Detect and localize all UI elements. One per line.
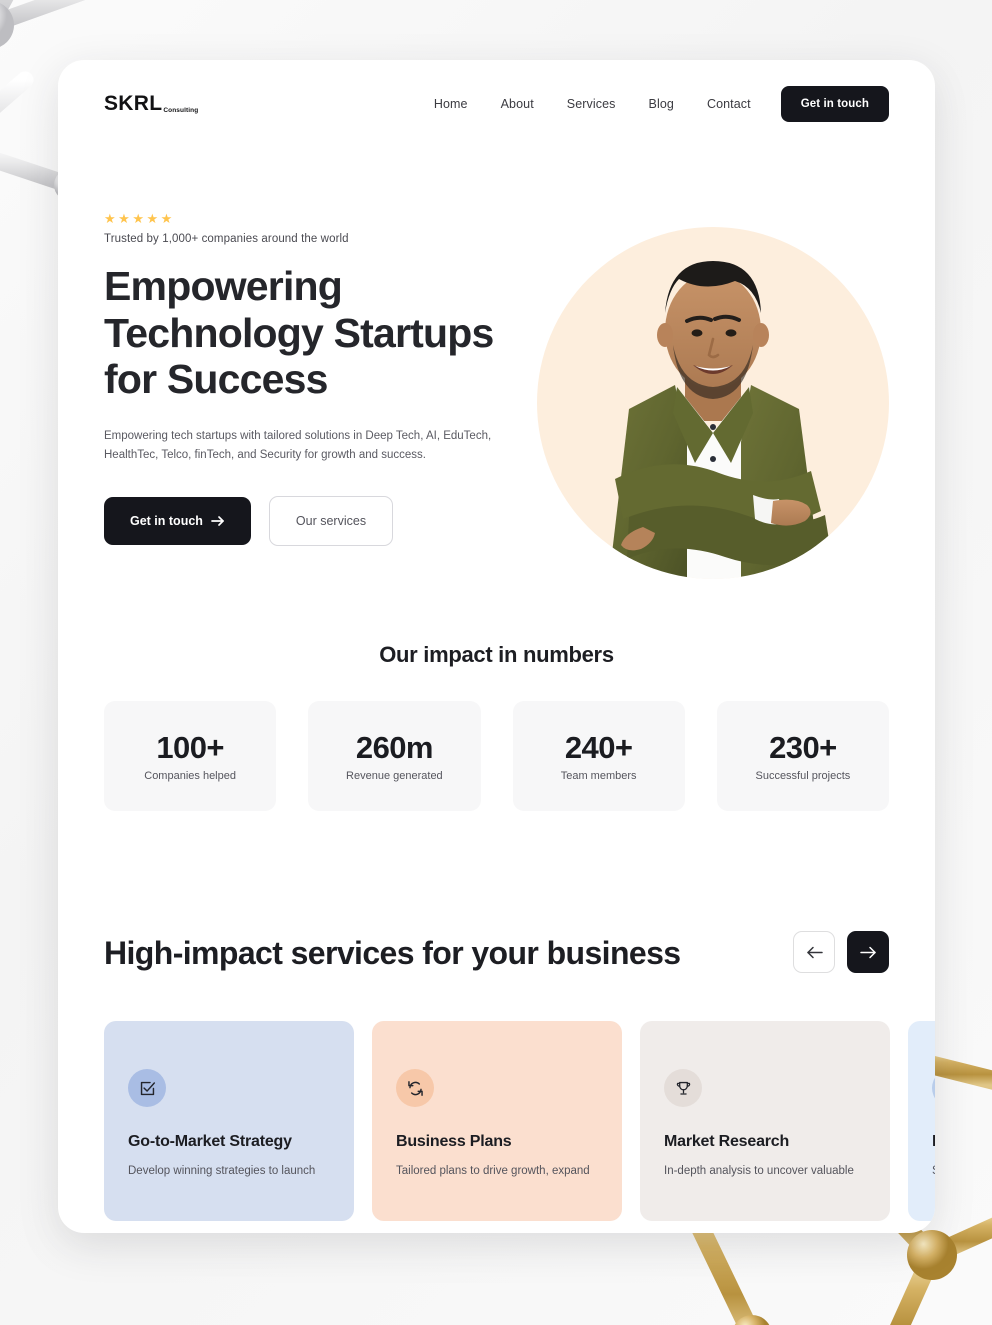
service-title: Business Plans <box>396 1133 512 1151</box>
hero-primary-cta-label: Get in touch <box>130 514 203 529</box>
header-get-in-touch-button[interactable]: Get in touch <box>780 86 889 122</box>
hero-get-in-touch-button[interactable]: Get in touch <box>104 497 251 546</box>
services-carousel-nav <box>793 931 889 974</box>
stat-value: 240+ <box>564 730 633 766</box>
service-description: Develop winning strategies to launch <box>128 1165 316 1178</box>
hero-portrait <box>537 227 889 579</box>
stats-title: Our impact in numbers <box>379 642 614 668</box>
nav-item-services[interactable]: Services <box>567 97 616 111</box>
stat-value: 260m <box>355 730 433 766</box>
page-card: SKRL Consulting Home About Services Blog… <box>58 60 935 1233</box>
trophy-icon <box>676 1081 690 1095</box>
service-card-partial[interactable]: P S <box>908 1021 935 1222</box>
services-carousel-track: Go-to-Market Strategy Develop winning st… <box>104 1021 935 1222</box>
services-section: High-impact services for your business G… <box>58 811 935 1222</box>
arrow-left-icon <box>806 946 823 959</box>
trust-text: Trusted by 1,000+ companies around the w… <box>104 233 349 245</box>
hero-our-services-button[interactable]: Our services <box>268 496 394 547</box>
stat-card: 260m Revenue generated <box>308 701 481 812</box>
arrow-right-icon <box>859 946 876 959</box>
service-description: Tailored plans to drive growth, expand <box>396 1165 590 1178</box>
service-description: In-depth analysis to uncover valuable <box>664 1165 854 1178</box>
nav-item-contact[interactable]: Contact <box>707 97 751 111</box>
service-card-business-plans[interactable]: Business Plans Tailored plans to drive g… <box>372 1021 622 1222</box>
nav-item-home[interactable]: Home <box>434 97 468 111</box>
carousel-prev-button[interactable] <box>793 931 835 974</box>
logo[interactable]: SKRL Consulting <box>104 92 198 116</box>
hero-title: Empowering Technology Startups for Succe… <box>104 263 494 403</box>
rating-stars: ★ ★ ★ ★ ★ <box>104 212 534 225</box>
star-icon: ★ <box>118 211 130 226</box>
stat-value: 230+ <box>769 730 837 766</box>
service-card-market-research[interactable]: Market Research In-depth analysis to unc… <box>640 1021 890 1222</box>
service-icon-wrapper <box>396 1069 434 1108</box>
service-icon-wrapper <box>664 1069 702 1108</box>
stat-card: 240+ Team members <box>512 701 685 812</box>
star-icon: ★ <box>104 211 116 226</box>
service-title: Market Research <box>664 1133 790 1151</box>
arrow-right-icon <box>211 516 224 527</box>
logo-subtitle: Consulting <box>163 107 199 114</box>
stat-label: Team members <box>560 770 637 783</box>
hero-subtitle: Empowering tech startups with tailored s… <box>104 430 492 461</box>
service-title: P <box>932 1133 935 1151</box>
star-icon: ★ <box>146 211 159 226</box>
refresh-icon <box>407 1081 423 1096</box>
stats-grid: 100+ Companies helped 260m Revenue gener… <box>104 701 889 812</box>
carousel-next-button[interactable] <box>847 931 889 974</box>
service-card-go-to-market-strategy[interactable]: Go-to-Market Strategy Develop winning st… <box>104 1021 354 1222</box>
service-icon-wrapper <box>128 1069 166 1108</box>
stat-label: Companies helped <box>144 770 236 783</box>
services-title: High-impact services for your business <box>104 935 681 972</box>
star-icon: ★ <box>132 211 144 226</box>
service-icon-wrapper <box>932 1069 935 1108</box>
stat-label: Revenue generated <box>346 770 443 783</box>
service-title: Go-to-Market Strategy <box>128 1133 292 1151</box>
stat-label: Successful projects <box>755 770 851 783</box>
nav-item-about[interactable]: About <box>501 97 534 111</box>
check-square-icon <box>140 1081 155 1096</box>
stat-card: 100+ Companies helped <box>104 701 277 812</box>
services-header: High-impact services for your business <box>104 931 889 974</box>
businessman-portrait-illustration <box>609 261 831 579</box>
nav-item-blog[interactable]: Blog <box>649 97 674 111</box>
logo-mark: SKRL <box>104 92 163 115</box>
stat-card: 230+ Successful projects <box>716 701 889 812</box>
stats-section: Our impact in numbers 100+ Companies hel… <box>58 546 935 812</box>
service-description: S <box>932 1162 935 1180</box>
stat-value: 100+ <box>156 730 224 766</box>
star-icon: ★ <box>160 211 173 226</box>
hero-content: ★ ★ ★ ★ ★ Trusted by 1,000+ companies ar… <box>104 184 534 547</box>
hero-section: ★ ★ ★ ★ ★ Trusted by 1,000+ companies ar… <box>58 122 935 579</box>
main-navigation: Home About Services Blog Contact <box>434 97 751 111</box>
site-header: SKRL Consulting Home About Services Blog… <box>58 60 935 122</box>
hero-actions: Get in touch Our services <box>104 496 534 547</box>
